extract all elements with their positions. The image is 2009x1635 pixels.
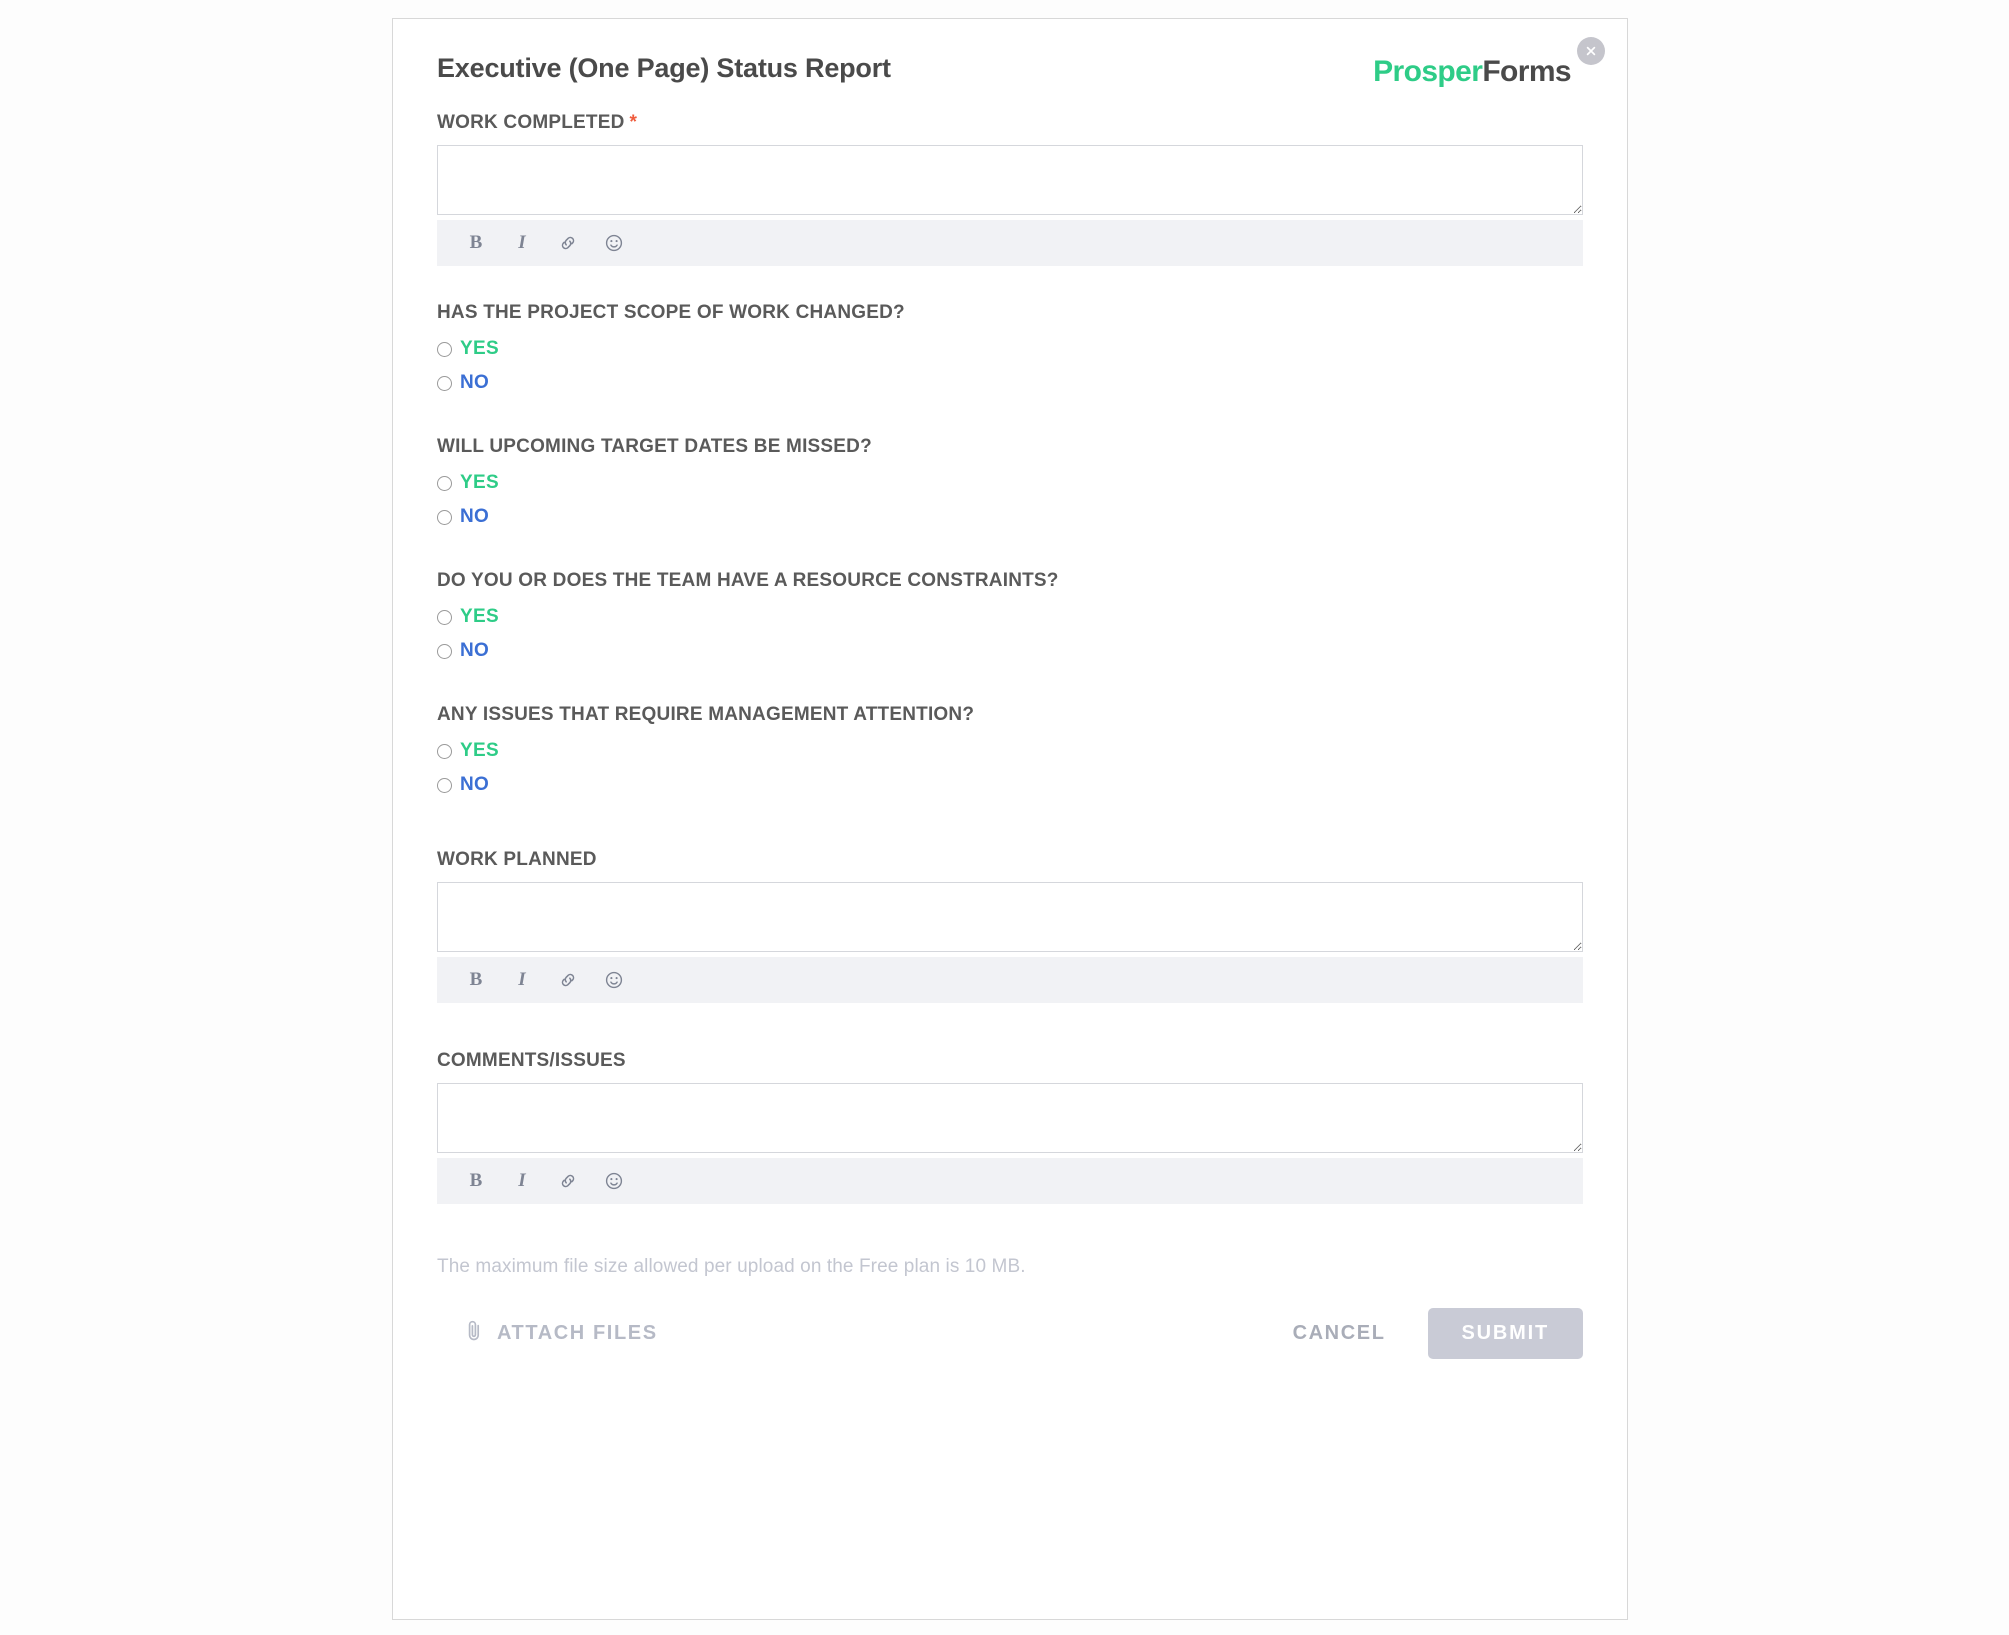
- italic-icon[interactable]: I: [509, 967, 535, 993]
- comments-issues-label: COMMENTS/ISSUES: [437, 1050, 626, 1071]
- radio-option-label: NO: [460, 372, 490, 393]
- radio-option-yes[interactable]: YES: [437, 466, 1583, 500]
- form-footer: ATTACH FILES CANCEL SUBMIT: [437, 1308, 1583, 1359]
- link-icon[interactable]: [555, 1168, 581, 1194]
- comments-issues-toolbar: B I: [437, 1158, 1583, 1204]
- link-icon[interactable]: [555, 230, 581, 256]
- radio-option-no[interactable]: NO: [437, 634, 1583, 668]
- attach-files-button[interactable]: ATTACH FILES: [463, 1318, 658, 1349]
- required-asterisk: *: [629, 112, 638, 133]
- work-completed-label: WORK COMPLETED *: [437, 111, 1583, 135]
- comments-issues-editor: B I: [437, 1083, 1583, 1204]
- work-completed-toolbar: B I: [437, 220, 1583, 266]
- radio-circle-icon: [437, 375, 452, 391]
- radio-option-label: NO: [460, 506, 490, 527]
- prosperforms-logo: ProsperForms: [1373, 55, 1571, 89]
- cancel-button[interactable]: CANCEL: [1293, 1322, 1386, 1345]
- work-completed-input[interactable]: [437, 145, 1583, 215]
- work-completed-editor: B I: [437, 145, 1583, 266]
- italic-icon[interactable]: I: [509, 230, 535, 256]
- attach-files-label: ATTACH FILES: [497, 1322, 658, 1344]
- page-background: Executive (One Page) Status Report Prosp…: [0, 0, 2009, 1635]
- radio-option-label: NO: [460, 640, 490, 661]
- radio-option-yes[interactable]: YES: [437, 332, 1583, 366]
- form-body: Executive (One Page) Status Report Prosp…: [393, 19, 1627, 1619]
- question-block: WILL UPCOMING TARGET DATES BE MISSED? YE…: [437, 434, 1583, 534]
- logo-text-prosper: Prosper: [1373, 55, 1483, 88]
- question-title: DO YOU OR DOES THE TEAM HAVE A RESOURCE …: [437, 570, 1059, 591]
- radio-circle-icon: [437, 743, 452, 759]
- radio-circle-icon: [437, 777, 452, 793]
- work-planned-editor: B I: [437, 882, 1583, 1003]
- field-comments-issues: COMMENTS/ISSUES B I: [437, 1049, 1583, 1204]
- question-title: WILL UPCOMING TARGET DATES BE MISSED?: [437, 436, 872, 457]
- status-report-form-card: Executive (One Page) Status Report Prosp…: [392, 18, 1628, 1620]
- work-planned-toolbar: B I: [437, 957, 1583, 1003]
- field-work-planned: WORK PLANNED B I: [437, 848, 1583, 1003]
- question-block: DO YOU OR DOES THE TEAM HAVE A RESOURCE …: [437, 568, 1583, 668]
- radio-circle-icon: [437, 475, 452, 491]
- radio-option-yes[interactable]: YES: [437, 600, 1583, 634]
- bold-icon[interactable]: B: [463, 1168, 489, 1194]
- radio-circle-icon: [437, 609, 452, 625]
- work-completed-label-text: WORK COMPLETED: [437, 112, 625, 133]
- question-block: HAS THE PROJECT SCOPE OF WORK CHANGED? Y…: [437, 300, 1583, 400]
- form-header: Executive (One Page) Status Report Prosp…: [437, 37, 1605, 111]
- bold-icon[interactable]: B: [463, 967, 489, 993]
- emoji-icon[interactable]: [601, 1168, 627, 1194]
- question-block: ANY ISSUES THAT REQUIRE MANAGEMENT ATTEN…: [437, 702, 1583, 802]
- field-work-completed: WORK COMPLETED * B I: [437, 111, 1583, 266]
- italic-icon[interactable]: I: [509, 1168, 535, 1194]
- paperclip-icon: [463, 1318, 485, 1349]
- close-icon[interactable]: [1577, 37, 1605, 65]
- radio-option-label: YES: [460, 740, 499, 761]
- radio-option-no[interactable]: NO: [437, 366, 1583, 400]
- question-title: ANY ISSUES THAT REQUIRE MANAGEMENT ATTEN…: [437, 704, 975, 725]
- work-planned-input[interactable]: [437, 882, 1583, 952]
- logo-text-forms: Forms: [1482, 55, 1571, 88]
- work-planned-label: WORK PLANNED: [437, 849, 597, 870]
- radio-option-no[interactable]: NO: [437, 500, 1583, 534]
- radio-option-label: YES: [460, 606, 499, 627]
- question-title: HAS THE PROJECT SCOPE OF WORK CHANGED?: [437, 302, 905, 323]
- file-size-note: The maximum file size allowed per upload…: [437, 1256, 1026, 1277]
- comments-issues-input[interactable]: [437, 1083, 1583, 1153]
- radio-option-yes[interactable]: YES: [437, 734, 1583, 768]
- radio-option-label: NO: [460, 774, 490, 795]
- radio-circle-icon: [437, 643, 452, 659]
- bold-icon[interactable]: B: [463, 230, 489, 256]
- emoji-icon[interactable]: [601, 230, 627, 256]
- radio-circle-icon: [437, 509, 452, 525]
- link-icon[interactable]: [555, 967, 581, 993]
- radio-circle-icon: [437, 341, 452, 357]
- radio-option-label: YES: [460, 338, 499, 359]
- emoji-icon[interactable]: [601, 967, 627, 993]
- radio-option-label: YES: [460, 472, 499, 493]
- submit-button[interactable]: SUBMIT: [1427, 1308, 1583, 1359]
- radio-option-no[interactable]: NO: [437, 768, 1583, 802]
